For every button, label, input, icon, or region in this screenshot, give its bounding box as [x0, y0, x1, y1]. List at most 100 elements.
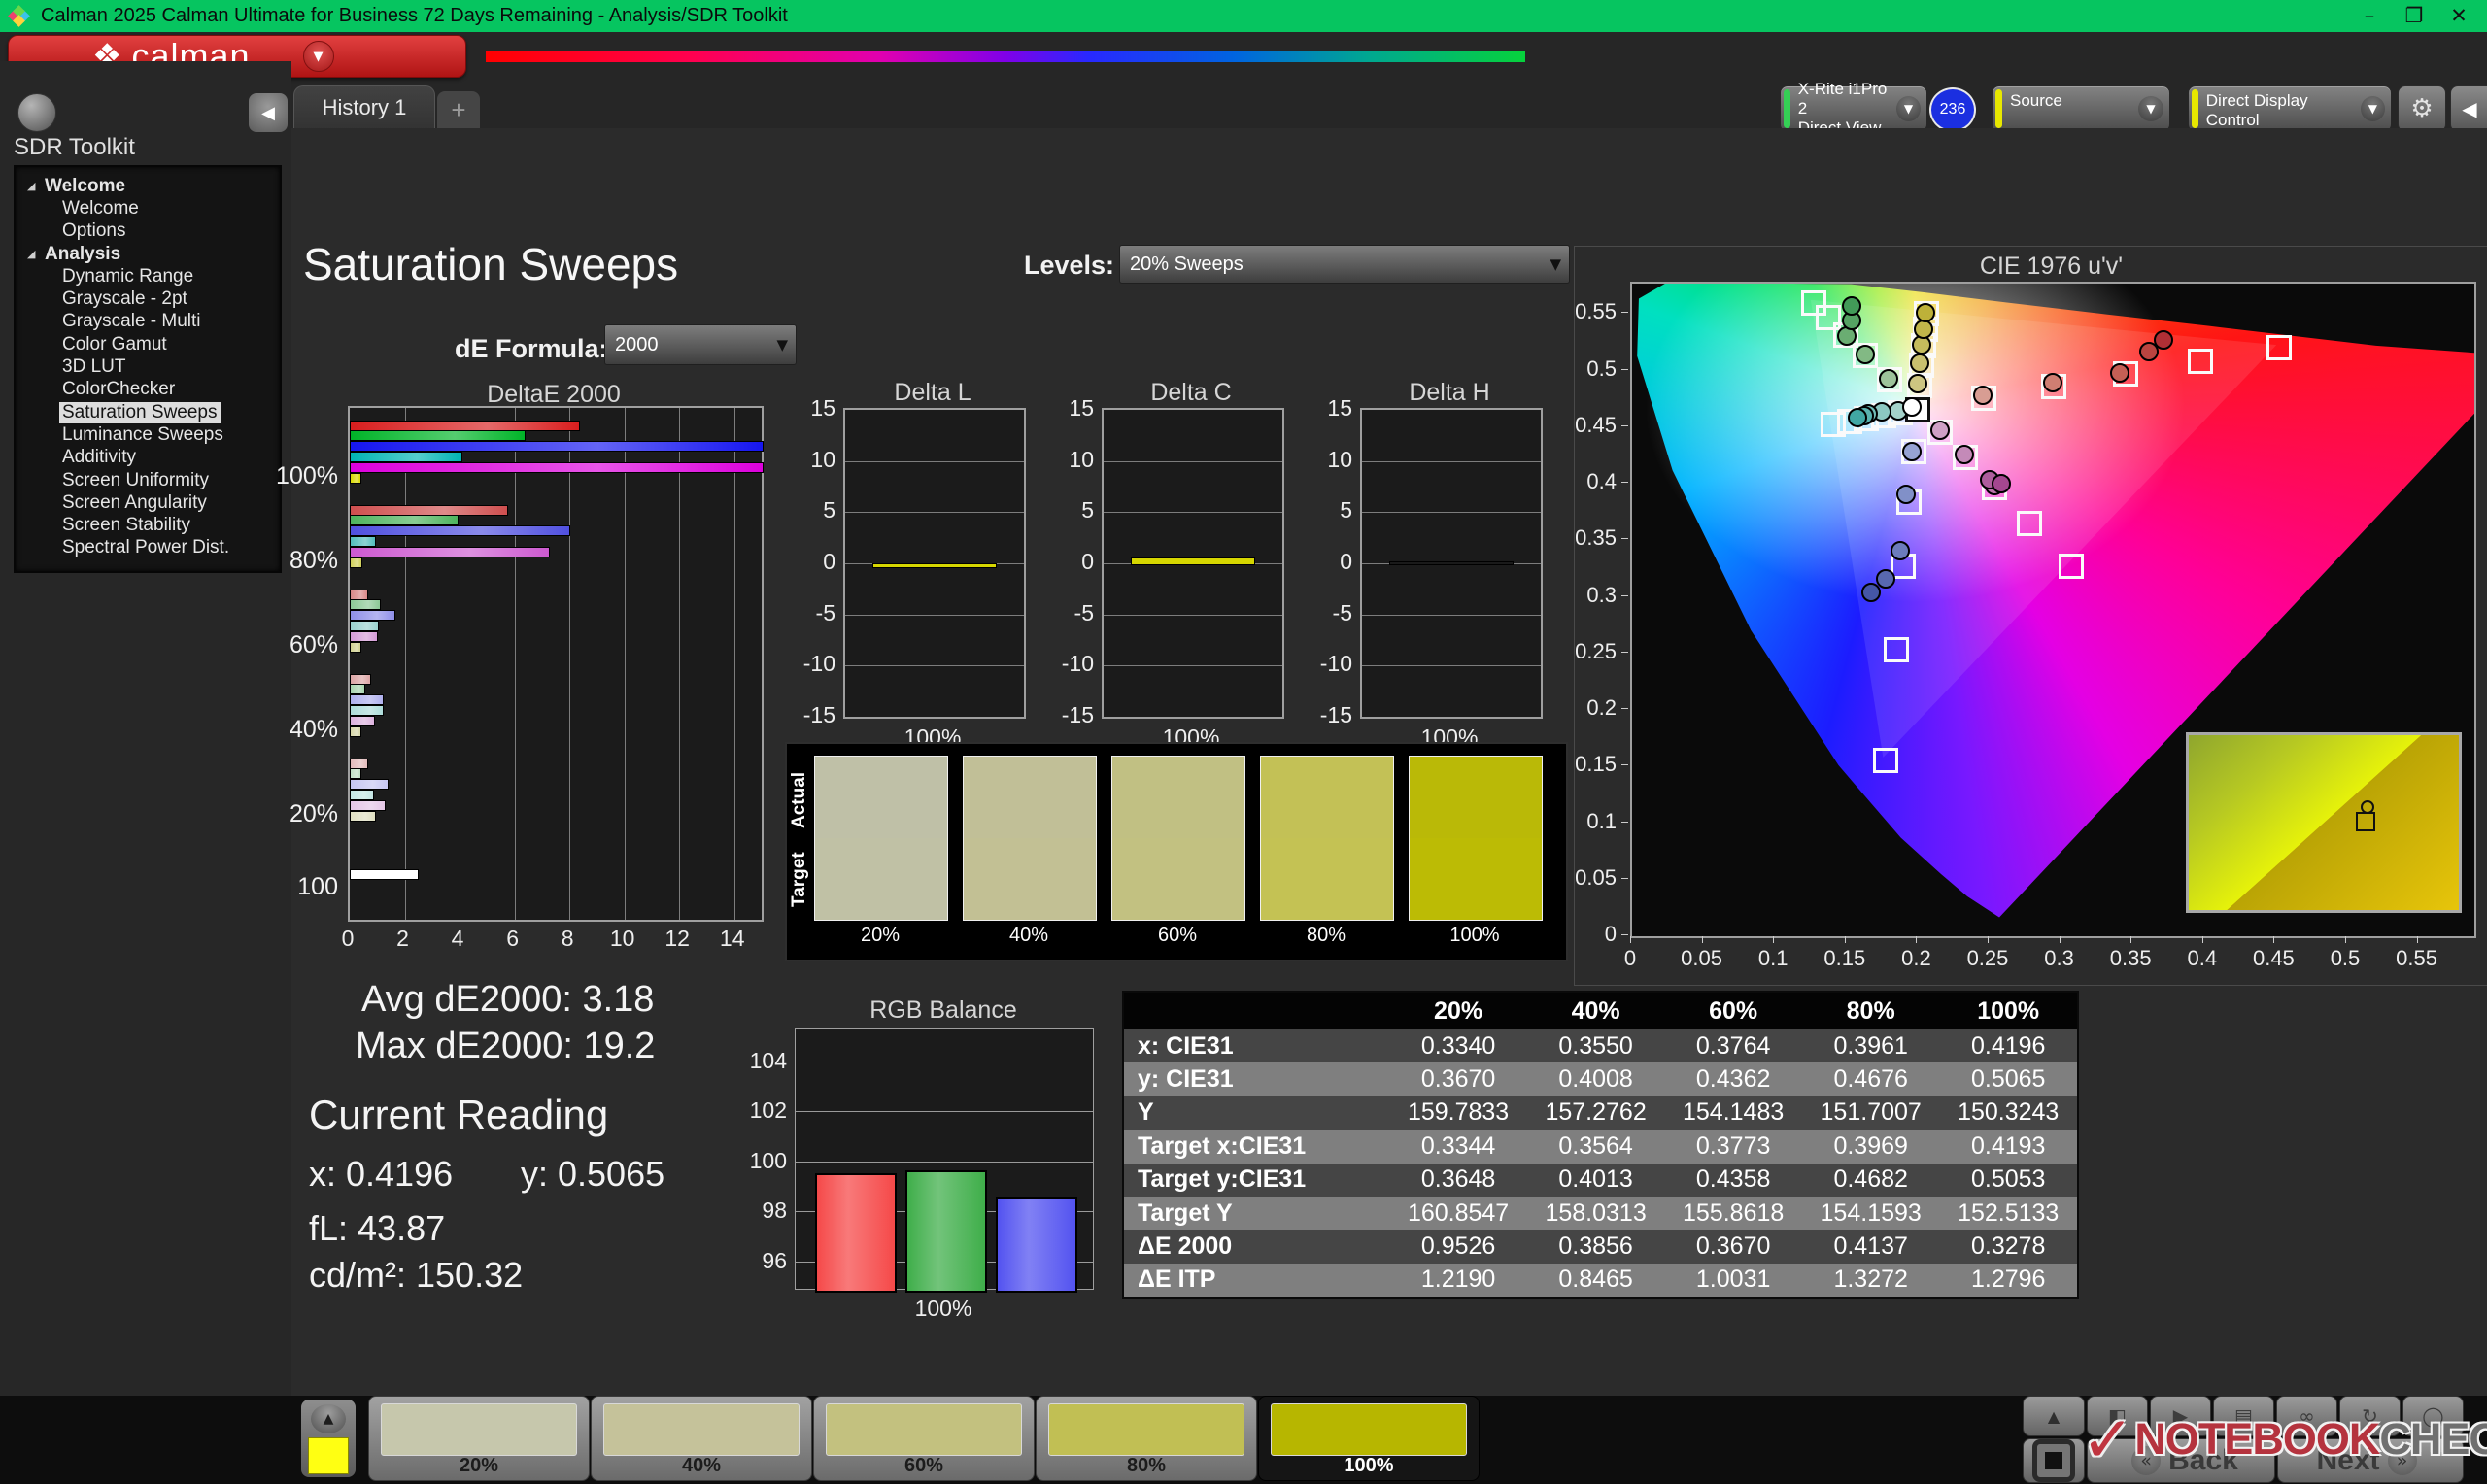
- swatch-level-label: 40%: [1008, 925, 1049, 946]
- tree-item-grayscale-multi[interactable]: Grayscale - Multi: [16, 311, 280, 333]
- sidebar-collapse-button[interactable]: ◀: [249, 93, 288, 132]
- tree-item-additivity[interactable]: Additivity: [16, 447, 280, 469]
- meter-reading-badge[interactable]: 236: [1929, 87, 1976, 132]
- y-tick-label: -15: [802, 702, 835, 727]
- levels-dropdown[interactable]: 20% Sweeps ▼: [1119, 245, 1570, 284]
- restore-button[interactable]: ❐: [2392, 0, 2436, 32]
- table-value: 1.0031: [1695, 1265, 1771, 1294]
- next-button[interactable]: Next »: [2277, 1438, 2464, 1483]
- play-icon: ▶: [2172, 1404, 2189, 1428]
- table-value: 1.2190: [1420, 1265, 1496, 1294]
- pattern-eject-button[interactable]: ▲: [301, 1400, 356, 1477]
- gridline: [845, 460, 1024, 462]
- y-tick-label: 0.4: [1586, 469, 1617, 494]
- y-tick-label: -10: [1061, 651, 1094, 677]
- record-icon-button[interactable]: ◯: [2402, 1396, 2464, 1436]
- screen-icon-button[interactable]: ◧: [2087, 1396, 2148, 1436]
- panel-up-button[interactable]: ▲: [2023, 1396, 2085, 1436]
- de-bar-green: [350, 430, 527, 442]
- close-button[interactable]: ✕: [2436, 0, 2481, 32]
- next-label: Next: [2316, 1444, 2380, 1476]
- refresh-icon-button[interactable]: ↻: [2339, 1396, 2401, 1436]
- minimize-button[interactable]: –: [2347, 0, 2392, 32]
- chevron-down-icon: ▼: [776, 336, 788, 354]
- y-tick-label: 5: [823, 497, 835, 523]
- window-title: Calman 2025 Calman Ultimate for Business…: [41, 5, 788, 26]
- level-button-60%[interactable]: 60%: [813, 1396, 1035, 1481]
- tree-item-saturation-sweeps[interactable]: Saturation Sweeps: [16, 401, 280, 423]
- tree-item-welcome[interactable]: Welcome: [16, 197, 280, 219]
- tree-item-screen-angularity[interactable]: Screen Angularity: [16, 491, 280, 514]
- title-bar: Calman 2025 Calman Ultimate for Business…: [0, 0, 2487, 32]
- tree-group-analysis[interactable]: ◢ Analysis: [16, 243, 280, 265]
- compare-swatch-80%: [1260, 756, 1394, 921]
- expander-icon[interactable]: ◢: [27, 180, 41, 192]
- y-tick: [1621, 651, 1628, 653]
- gridline: [1362, 614, 1541, 616]
- tree-item-options[interactable]: Options: [16, 220, 280, 243]
- level-button-label: 20%: [459, 1455, 499, 1476]
- x-tick: [2416, 936, 2418, 943]
- row-label: y: CIE31: [1138, 1065, 1234, 1094]
- de-bar-blue: [350, 525, 570, 537]
- table-value: 0.3278: [1970, 1232, 2046, 1261]
- tree-item-screen-uniformity[interactable]: Screen Uniformity: [16, 469, 280, 491]
- level-button-20%[interactable]: 20%: [368, 1396, 590, 1481]
- tree-item-luminance-sweeps[interactable]: Luminance Sweeps: [16, 423, 280, 446]
- tree-item-spectral-power-dist-[interactable]: Spectral Power Dist.: [16, 537, 280, 559]
- gridline: [845, 614, 1024, 616]
- play-icon-button[interactable]: ▶: [2150, 1396, 2211, 1436]
- x-tick-label: 14: [719, 926, 745, 951]
- rainbow-divider: [486, 51, 1525, 62]
- actual-row-label: Actual: [789, 771, 809, 829]
- chevron-down-icon[interactable]: ▼: [302, 41, 334, 72]
- tab-history-1[interactable]: History 1: [293, 85, 435, 129]
- table-row-target-x-cie31: Target x:CIE31 0.3344 0.3564 0.3773 0.3969 0.…: [1124, 1130, 2077, 1164]
- add-tab-button[interactable]: +: [437, 91, 480, 128]
- collapse-panel-button[interactable]: ◀: [2450, 85, 2487, 132]
- display-control-dropdown[interactable]: Direct Display Control ▼: [2188, 85, 2392, 132]
- sidebar-orb-button[interactable]: [17, 93, 56, 132]
- settings-gear-button[interactable]: ⚙: [2398, 85, 2446, 132]
- tree-item-colorchecker[interactable]: ColorChecker: [16, 379, 280, 401]
- chevron-down-icon: ▼: [1896, 96, 1921, 121]
- level-button-100%[interactable]: 100%: [1258, 1396, 1480, 1481]
- tree-item-grayscale-2pt[interactable]: Grayscale - 2pt: [16, 287, 280, 310]
- source-status-strip: [1995, 89, 2002, 128]
- stop-button[interactable]: [2023, 1438, 2085, 1483]
- back-button[interactable]: « Back: [2087, 1438, 2275, 1483]
- level-button-80%[interactable]: 80%: [1036, 1396, 1257, 1481]
- actual-target-compare-panel: Actual Target 20% 40% 60% 80% 100%: [785, 742, 1568, 961]
- tree-group-welcome[interactable]: ◢ Welcome: [16, 175, 280, 197]
- tree-item-screen-stability[interactable]: Screen Stability: [16, 514, 280, 536]
- expander-icon[interactable]: ◢: [27, 248, 41, 260]
- x-tick-label: 12: [664, 926, 690, 951]
- source-dropdown[interactable]: Source ▼: [1992, 85, 2170, 132]
- table-value: 0.3961: [1833, 1031, 1908, 1060]
- de-bar-cyan: [350, 704, 384, 716]
- tree-item-3d-lut[interactable]: 3D LUT: [16, 355, 280, 378]
- rgb-balance-title: RGB Balance: [869, 996, 1017, 1024]
- y-tick-label: 15: [1069, 395, 1094, 421]
- meter-icon-button[interactable]: ∞: [2276, 1396, 2337, 1436]
- tree-item-color-gamut[interactable]: Color Gamut: [16, 333, 280, 355]
- row-label: x: CIE31: [1138, 1031, 1234, 1060]
- row-label: ΔE 2000: [1138, 1232, 1233, 1261]
- rgb-balance-chart: [795, 1028, 1094, 1293]
- x-tick-label: 8: [561, 926, 574, 951]
- table-value: 155.8618: [1683, 1198, 1785, 1227]
- tree-item-label: Color Gamut: [62, 333, 167, 354]
- delta-l-chart: [843, 408, 1026, 719]
- de-formula-dropdown[interactable]: 2000 ▼: [604, 324, 797, 365]
- tree-item-dynamic-range[interactable]: Dynamic Range: [16, 265, 280, 287]
- table-value: 159.7833: [1407, 1098, 1510, 1127]
- level-button-40%[interactable]: 40%: [591, 1396, 812, 1481]
- chart-icon-button[interactable]: ▤: [2213, 1396, 2274, 1436]
- tree-item-label: Grayscale - Multi: [62, 311, 201, 332]
- meter-dropdown[interactable]: X-Rite i1Pro 2Direct View ▼: [1780, 80, 1927, 137]
- de-bar-yellow: [350, 556, 363, 568]
- gridline: [514, 408, 516, 920]
- y-tick: [1621, 934, 1628, 935]
- y-tick-label: 5: [1081, 497, 1094, 523]
- tree-item-label: Spectral Power Dist.: [62, 537, 230, 558]
